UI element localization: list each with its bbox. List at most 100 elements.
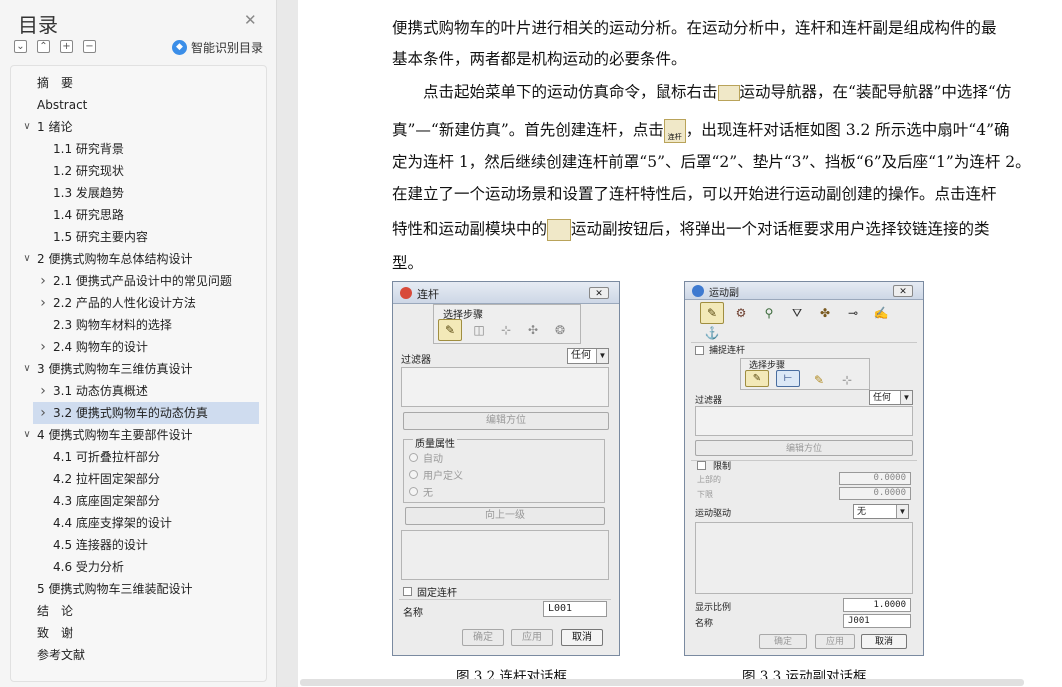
toc-item[interactable]: 4.4 底座支撑架的设计 <box>0 512 260 534</box>
radio-auto[interactable] <box>409 453 418 462</box>
selection-list[interactable] <box>695 406 913 436</box>
radio-none[interactable] <box>409 487 418 496</box>
screw-joint-icon[interactable]: ⛛ <box>785 302 809 324</box>
origin-icon[interactable]: ⊢ <box>776 370 800 387</box>
toc-item[interactable]: 参考文献 <box>0 644 260 666</box>
drive-area <box>695 522 913 594</box>
collapse-icon[interactable]: ⌄ <box>14 40 27 53</box>
filter-select[interactable]: 任何 ▼ <box>869 390 913 405</box>
link-tool-icon: 连杆 <box>663 119 686 143</box>
upper-field[interactable]: 0.0000 <box>839 472 911 485</box>
toc-item[interactable]: 1.4 研究思路 <box>0 204 260 226</box>
name-field[interactable]: J001 <box>843 614 911 628</box>
cancel-button[interactable]: 取消 <box>561 629 603 646</box>
radio-user-defined[interactable] <box>409 470 418 479</box>
toc-item[interactable]: 1.1 研究背景 <box>0 138 260 160</box>
filter-select[interactable]: 任何 ▼ <box>567 348 609 364</box>
chevron-down-icon[interactable]: ∨ <box>21 116 33 138</box>
orient-icon[interactable]: ✎ <box>807 369 831 391</box>
close-icon[interactable]: ✕ <box>244 11 257 29</box>
toc-item[interactable]: › 2.2 产品的人性化设计方法 <box>0 292 260 314</box>
scale-field[interactable]: 1.0000 <box>843 598 911 612</box>
toc-item[interactable]: 2.3 购物车材料的选择 <box>0 314 260 336</box>
fixed-joint-icon[interactable]: ⚓ <box>700 322 724 344</box>
toc-item[interactable]: 致 谢 <box>0 622 260 644</box>
apply-button[interactable]: 应用 <box>815 634 855 649</box>
planar-joint-icon[interactable]: ✍ <box>869 302 893 324</box>
toc-item[interactable]: 1.5 研究主要内容 <box>0 226 260 248</box>
edit-orientation-button[interactable]: 编辑方位 <box>403 412 609 430</box>
paragraph-line: 基本条件，两者都是机构运动的必要条件。 <box>392 50 687 68</box>
chevron-right-icon[interactable]: › <box>37 402 49 424</box>
chevron-down-icon: ▼ <box>900 391 912 404</box>
chevron-down-icon[interactable]: ∨ <box>21 424 33 446</box>
capture-link-checkbox[interactable] <box>695 346 704 355</box>
toc-item[interactable]: › 2.1 便携式产品设计中的常见问题 <box>0 270 260 292</box>
toc-item[interactable]: ∨ 4 便携式购物车主要部件设计 <box>0 424 260 446</box>
chevron-right-icon[interactable]: › <box>37 336 49 358</box>
add-icon[interactable]: + <box>60 40 73 53</box>
expand-icon[interactable]: ⌃ <box>37 40 50 53</box>
chevron-right-icon[interactable]: › <box>37 380 49 402</box>
mass-icon[interactable]: ◫ <box>467 319 491 341</box>
smart-icon: ◆ <box>172 40 187 55</box>
close-icon[interactable]: ✕ <box>893 285 913 297</box>
velocity-icon[interactable]: ✣ <box>521 319 545 341</box>
toc-item[interactable]: 4.2 拉杆固定架部分 <box>0 468 260 490</box>
select-link-icon[interactable]: ✎ <box>745 370 769 387</box>
ok-button[interactable]: 确定 <box>759 634 807 649</box>
spherical-joint-icon[interactable]: ⊸ <box>841 302 865 324</box>
chevron-down-icon[interactable]: ∨ <box>21 248 33 270</box>
ok-button[interactable]: 确定 <box>462 629 504 646</box>
rotate-icon[interactable]: ❂ <box>548 319 572 341</box>
toc-item[interactable]: 4.3 底座固定架部分 <box>0 490 260 512</box>
toc-item-label: 3 便携式购物车三维仿真设计 <box>37 362 193 376</box>
toc-item-label: 1.1 研究背景 <box>53 142 124 156</box>
toc-item[interactable]: ∨ 2 便携式购物车总体结构设计 <box>0 248 260 270</box>
limit-checkbox[interactable] <box>697 461 706 470</box>
lower-field[interactable]: 0.0000 <box>839 487 911 500</box>
horizontal-scrollbar[interactable] <box>300 679 1024 686</box>
toc-item[interactable]: › 2.4 购物车的设计 <box>0 336 260 358</box>
cancel-button[interactable]: 取消 <box>861 634 907 649</box>
universal-joint-icon[interactable]: ✤ <box>813 302 837 324</box>
toc-item[interactable]: › 3.1 动态仿真概述 <box>0 380 260 402</box>
upper-label: 上部的 <box>697 475 721 484</box>
axis-icon[interactable]: ⊹ <box>835 369 859 391</box>
inertia-icon[interactable]: ⊹ <box>494 319 518 341</box>
fixed-link-checkbox[interactable] <box>403 587 412 596</box>
toc-item[interactable]: 4.5 连接器的设计 <box>0 534 260 556</box>
name-field[interactable]: L001 <box>543 601 607 617</box>
chevron-right-icon[interactable]: › <box>37 292 49 314</box>
cylindrical-joint-icon[interactable]: ⚲ <box>757 302 781 324</box>
apply-button[interactable]: 应用 <box>511 629 553 646</box>
close-icon[interactable]: ✕ <box>589 287 609 299</box>
toc-item[interactable]: Abstract <box>0 94 260 116</box>
toc-item[interactable]: ∨ 3 便携式购物车三维仿真设计 <box>0 358 260 380</box>
text-run: 点击起始菜单下的运动仿真命令，鼠标右击 <box>392 83 718 101</box>
toc-item[interactable]: 4.6 受力分析 <box>0 556 260 578</box>
chevron-right-icon[interactable]: › <box>37 270 49 292</box>
select-link-icon[interactable]: ✎ <box>438 319 462 341</box>
toc-item[interactable]: 1.3 发展趋势 <box>0 182 260 204</box>
toc-item-label: 1.5 研究主要内容 <box>53 230 148 244</box>
up-level-button[interactable]: 向上一级 <box>405 507 605 525</box>
edit-orientation-button[interactable]: 编辑方位 <box>695 440 913 456</box>
remove-icon[interactable]: − <box>83 40 96 53</box>
toc-item-label: 1.2 研究现状 <box>53 164 124 178</box>
toc-item[interactable]: ∨ 1 绪论 <box>0 116 260 138</box>
toc-item[interactable]: 1.2 研究现状 <box>0 160 260 182</box>
drive-select[interactable]: 无 ▼ <box>853 504 909 519</box>
revolute-joint-icon[interactable]: ✎ <box>700 302 724 324</box>
chevron-down-icon[interactable]: ∨ <box>21 358 33 380</box>
toc-item[interactable]: 4.1 可折叠拉杆部分 <box>0 446 260 468</box>
toc-item[interactable]: 结 论 <box>0 600 260 622</box>
smart-toc-button[interactable]: ◆ 智能识别目录 <box>172 39 263 56</box>
toc-item[interactable]: 摘 要 <box>0 72 260 94</box>
toc-item[interactable]: › 3.2 便携式购物车的动态仿真 <box>0 402 260 424</box>
selection-list[interactable] <box>401 367 609 407</box>
slider-joint-icon[interactable]: ⚙ <box>729 302 753 324</box>
lower-label: 下限 <box>697 490 713 499</box>
toc-item[interactable]: 5 便携式购物车三维装配设计 <box>0 578 260 600</box>
toc-item-label: 2 便携式购物车总体结构设计 <box>37 252 193 266</box>
